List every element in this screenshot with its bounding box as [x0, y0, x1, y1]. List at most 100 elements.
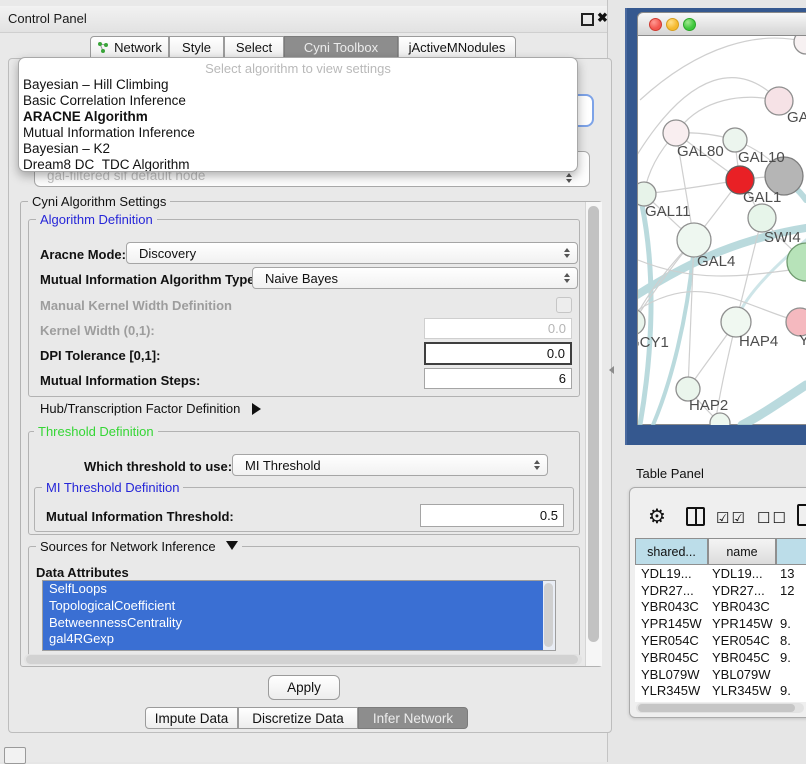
network-node[interactable]	[748, 204, 776, 232]
tab-style[interactable]: Style	[169, 36, 224, 58]
tab-discretize-data[interactable]: Discretize Data	[238, 707, 358, 729]
column-header-name[interactable]: name	[708, 538, 776, 565]
algorithm-option[interactable]: Bayesian – Hill Climbing	[19, 77, 577, 93]
attr-list-scrollbar-thumb[interactable]	[544, 583, 553, 647]
table-cell: YDL19...	[708, 566, 776, 581]
node-label: GAL	[787, 109, 806, 126]
mi-threshold-field[interactable]: 0.5	[420, 504, 564, 527]
deselect-all-checkboxes-icon[interactable]: ☐☐	[757, 509, 788, 527]
algorithm-option[interactable]: Bayesian – K2	[19, 141, 577, 157]
tab-label: Cyni Toolbox	[304, 40, 378, 55]
settings-scrollbar-thumb[interactable]	[588, 206, 599, 642]
table-row[interactable]: YBR043CYBR043C	[635, 599, 806, 616]
network-node[interactable]	[710, 413, 730, 425]
network-node[interactable]	[787, 243, 806, 281]
data-attributes-list[interactable]: SelfLoopsTopologicalCoefficientBetweenne…	[42, 580, 556, 651]
table-row[interactable]: YBL079WYBL079W	[635, 666, 806, 683]
aracne-mode-combo[interactable]: Discovery	[126, 242, 578, 264]
network-node[interactable]	[794, 36, 806, 54]
node-label: GAL80	[677, 143, 724, 160]
network-window-titlebar[interactable]	[637, 12, 806, 36]
network-canvas[interactable]: GALGAL80GAL10GAL1GAL11SWI4GAL4GCY1HAP4YH…	[638, 36, 806, 425]
table-row[interactable]: YBR045CYBR045C9.	[635, 649, 806, 666]
which-threshold-combo[interactable]: MI Threshold	[232, 454, 548, 476]
mi-steps-field[interactable]: 6	[424, 368, 572, 389]
table-cell: YIL052C	[708, 700, 776, 702]
tab-label: Impute Data	[155, 711, 229, 726]
table-row[interactable]: YER054CYER054C8.	[635, 632, 806, 649]
dpi-tolerance-label: DPI Tolerance [0,1]:	[40, 348, 160, 363]
node-label: SWI4	[764, 229, 801, 246]
close-icon[interactable]: ✖	[597, 10, 608, 26]
tab-label: Discretize Data	[252, 711, 344, 726]
table-row[interactable]: YDR27...YDR27...12	[635, 582, 806, 599]
hub-section-toggle[interactable]: Hub/Transcription Factor Definition	[40, 401, 261, 416]
tab-impute-data[interactable]: Impute Data	[145, 707, 238, 729]
table-cell: YLR345W	[635, 683, 708, 698]
table-cell: 9.	[776, 650, 806, 665]
table-hscrollbar-thumb[interactable]	[638, 704, 795, 712]
column-header-shared[interactable]: shared...	[635, 538, 708, 565]
network-node[interactable]	[638, 309, 645, 335]
apply-button[interactable]: Apply	[268, 675, 340, 700]
select-all-checkboxes-icon[interactable]: ☑☑	[716, 509, 747, 527]
table-row[interactable]: YIL052CYIL052C9	[635, 699, 806, 702]
mi-type-combo[interactable]: Naive Bayes	[252, 267, 578, 289]
table-cell: YDR27...	[635, 583, 708, 598]
settings-hscrollbar-thumb[interactable]	[26, 655, 578, 664]
splitter-collapse-icon[interactable]	[609, 366, 614, 374]
algorithm-option[interactable]: Mutual Information Inference	[19, 125, 577, 141]
manual-kernel-checkbox[interactable]	[556, 297, 572, 313]
tab-network[interactable]: Network	[90, 36, 169, 58]
data-attribute-item[interactable]: BetweennessCentrality	[43, 615, 555, 632]
columns-icon[interactable]	[686, 507, 705, 526]
column-header-extra[interactable]	[776, 538, 806, 565]
algorithm-dropdown-list[interactable]: Select algorithm to view settings Bayesi…	[18, 57, 578, 172]
algorithm-option[interactable]: ARACNE Algorithm	[19, 109, 577, 125]
mi-threshold-value: 0.5	[540, 508, 558, 523]
dpi-tolerance-field[interactable]: 0.0	[424, 342, 572, 365]
tab-label: Style	[182, 40, 211, 55]
table-cell: 9	[776, 700, 806, 702]
tab-jactivemnodules[interactable]: jActiveMNodules	[398, 36, 516, 58]
collapsed-panel-button[interactable]	[4, 747, 26, 764]
mi-steps-value: 6	[559, 371, 566, 386]
tab-select[interactable]: Select	[224, 36, 284, 58]
expanded-arrow-icon	[226, 541, 238, 550]
table-cell: YDR27...	[708, 583, 776, 598]
mac-minimize-icon[interactable]	[666, 18, 679, 31]
control-panel-titlebar[interactable]	[0, 6, 607, 33]
table-row[interactable]: YPR145WYPR145W9.	[635, 615, 806, 632]
column-header-label: shared...	[647, 545, 696, 559]
table-row[interactable]: YDL19...YDL19...13	[635, 565, 806, 582]
tab-label: Select	[236, 40, 272, 55]
attr-list-scrollbar[interactable]	[543, 581, 555, 650]
mac-zoom-icon[interactable]	[683, 18, 696, 31]
table-body[interactable]: YDL19...YDL19...13YDR27...YDR27...12YBR0…	[635, 565, 806, 702]
data-attribute-item[interactable]: gal4RGexp	[43, 631, 555, 648]
document-icon[interactable]	[797, 504, 806, 526]
table-cell: 12	[776, 583, 806, 598]
data-attribute-item[interactable]: SelfLoops	[43, 581, 555, 598]
mi-type-label: Mutual Information Algorithm Type:	[40, 272, 259, 287]
data-attribute-item[interactable]: TopologicalCoefficient	[43, 598, 555, 615]
sources-group-title[interactable]: Sources for Network Inference	[36, 539, 242, 554]
mac-close-icon[interactable]	[649, 18, 662, 31]
node-label: GAL10	[738, 149, 785, 166]
dropdown-items: Bayesian – Hill ClimbingBasic Correlatio…	[19, 77, 577, 172]
table-cell: YLR345W	[708, 683, 776, 698]
algorithm-option[interactable]: Basic Correlation Inference	[19, 93, 577, 109]
network-node[interactable]	[677, 223, 711, 257]
tab-cyni-toolbox[interactable]: Cyni Toolbox	[284, 36, 398, 58]
kernel-width-field[interactable]: 0.0	[424, 318, 572, 339]
settings-scrollbar[interactable]	[585, 202, 602, 666]
algorithm-option[interactable]: Dream8 DC_TDC Algorithm	[19, 157, 577, 172]
mi-threshold-label: Mutual Information Threshold:	[46, 509, 234, 524]
table-cell: YBL079W	[708, 667, 776, 682]
gear-icon[interactable]: ⚙	[648, 504, 666, 529]
tab-infer-network[interactable]: Infer Network	[358, 707, 468, 729]
table-cell: YIL052C	[635, 700, 708, 702]
table-cell: YER054C	[635, 633, 708, 648]
table-row[interactable]: YLR345WYLR345W9.	[635, 683, 806, 700]
float-window-icon[interactable]	[581, 13, 594, 26]
